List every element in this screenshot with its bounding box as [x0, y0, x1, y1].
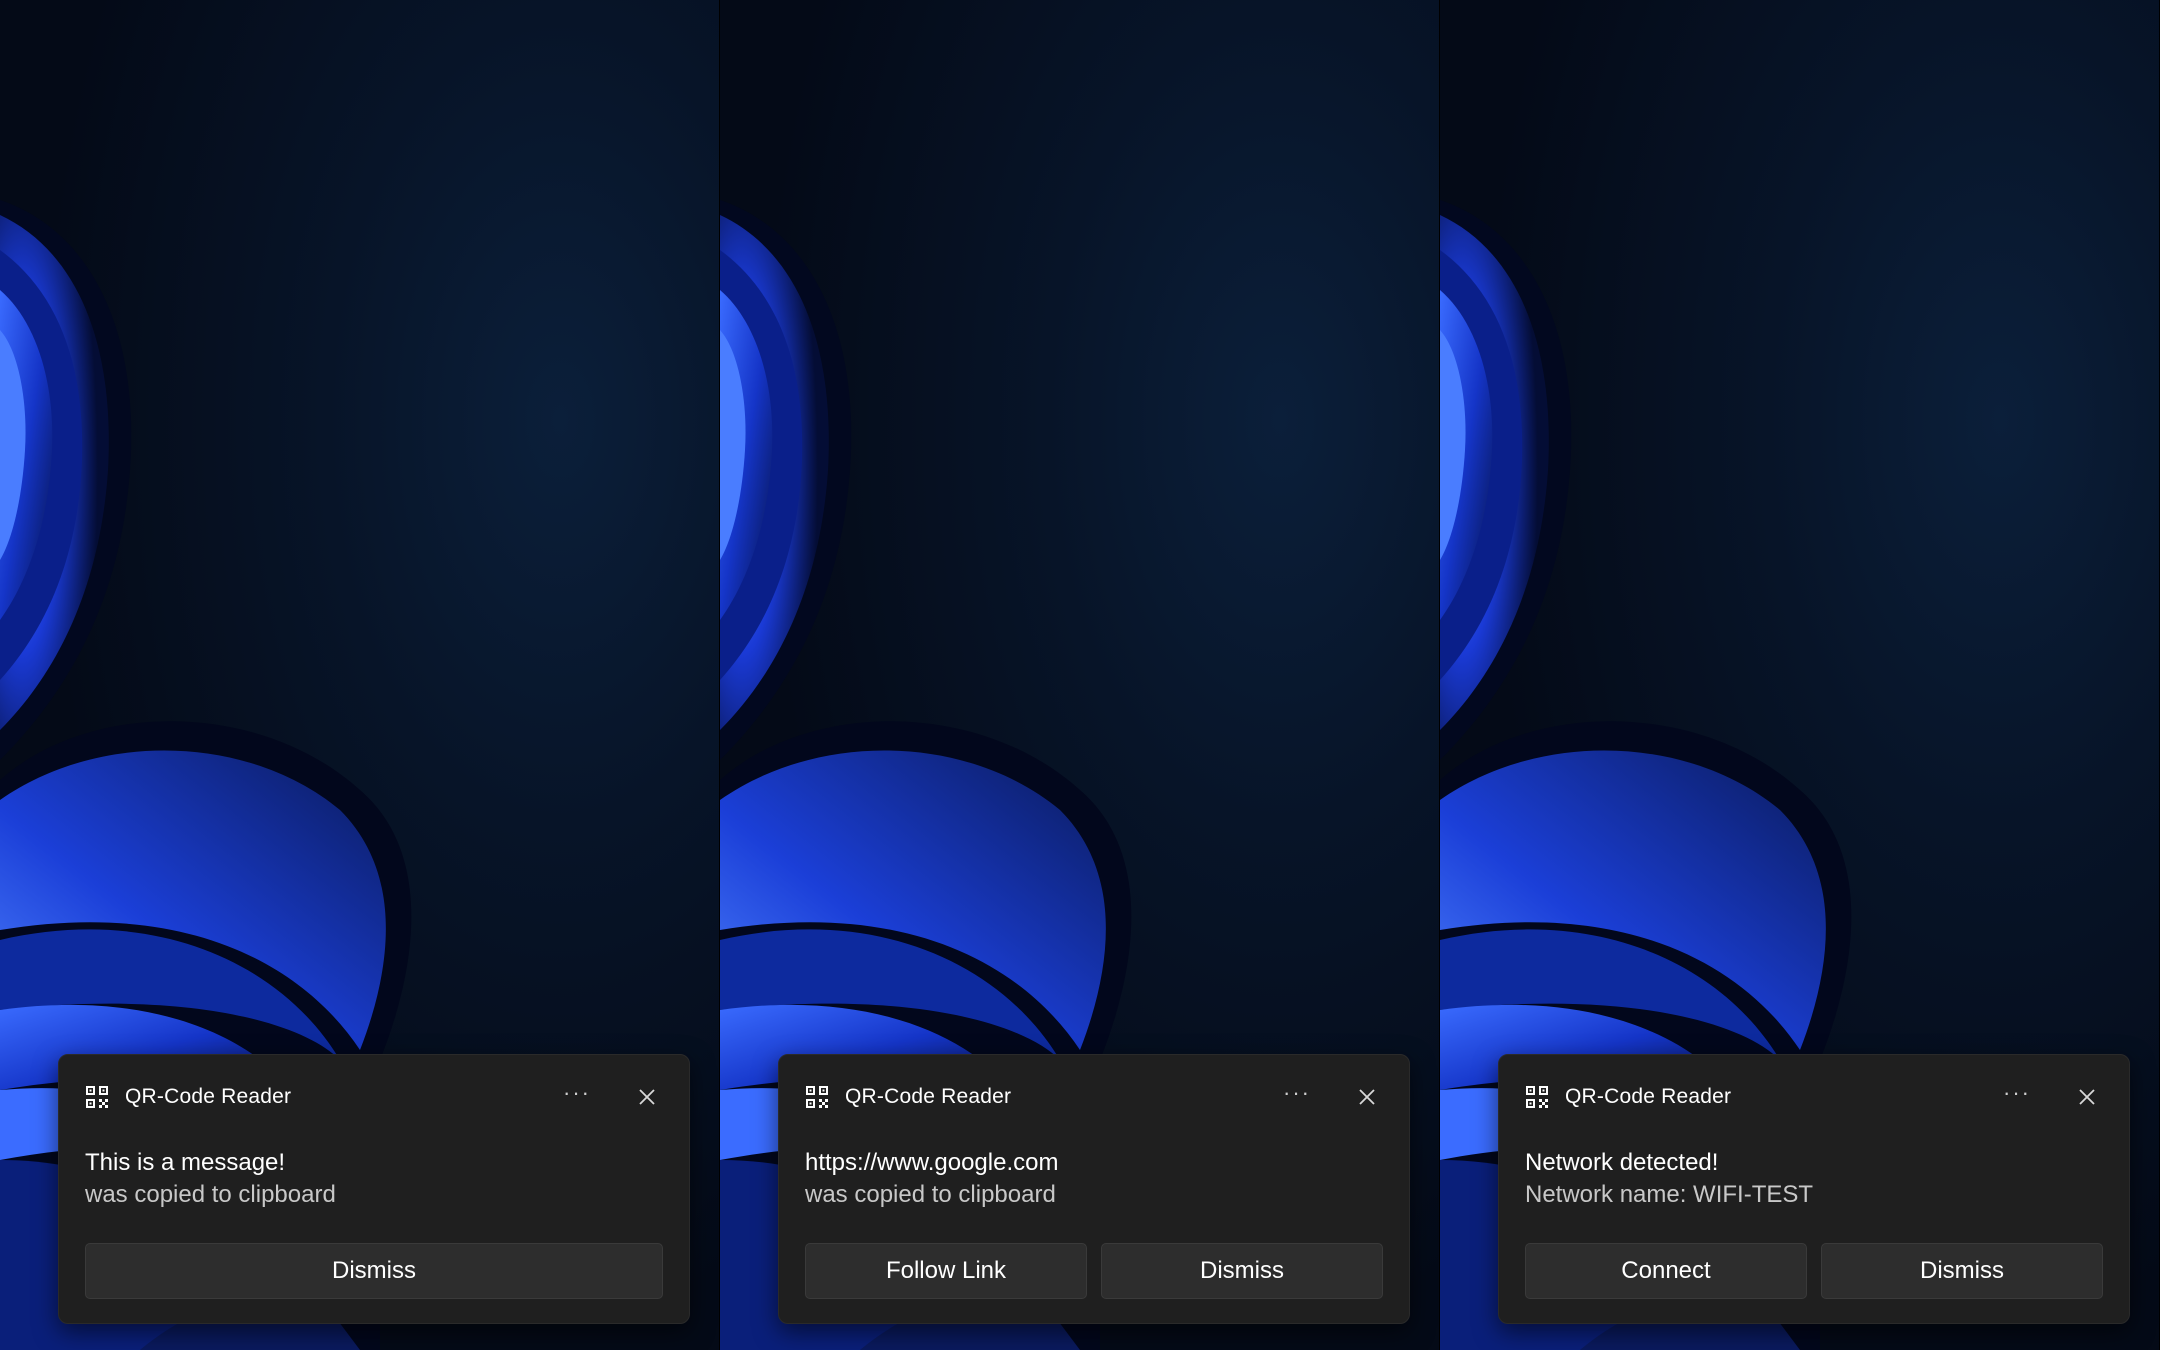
toast-message: Network detected! [1525, 1149, 1719, 1176]
dismiss-button[interactable]: Dismiss [1101, 1243, 1383, 1299]
connect-button[interactable]: Connect [1525, 1243, 1807, 1299]
more-options-icon[interactable]: ··· [555, 1079, 599, 1115]
qr-code-icon [85, 1085, 109, 1109]
toast-actions: Follow Link Dismiss [805, 1243, 1383, 1299]
app-name: QR-Code Reader [1565, 1085, 1732, 1108]
app-name: QR-Code Reader [845, 1085, 1012, 1108]
notification-showcase: QR-Code Reader ··· This is a message! wa… [0, 0, 2160, 1350]
toast-header: QR-Code Reader ··· [1525, 1079, 2109, 1115]
toast-actions: Connect Dismiss [1525, 1243, 2103, 1299]
close-icon[interactable] [1345, 1079, 1389, 1115]
toast-detail: was copied to clipboard [805, 1181, 1056, 1208]
toast-message: https://www.google.com [805, 1149, 1059, 1176]
desktop-panel-1: QR-Code Reader ··· This is a message! wa… [0, 0, 719, 1350]
toast-detail: was copied to clipboard [85, 1181, 336, 1208]
more-options-icon[interactable]: ··· [1995, 1079, 2039, 1115]
desktop-panel-2: QR-Code Reader ··· https://www.google.co… [720, 0, 1439, 1350]
follow-link-button[interactable]: Follow Link [805, 1243, 1087, 1299]
toast-notification[interactable]: QR-Code Reader ··· https://www.google.co… [778, 1054, 1410, 1324]
qr-code-icon [1525, 1085, 1549, 1109]
dismiss-button[interactable]: Dismiss [1821, 1243, 2103, 1299]
desktop-panel-3: QR-Code Reader ··· Network detected! Net… [1440, 0, 2159, 1350]
toast-detail: Network name: WIFI-TEST [1525, 1181, 1814, 1208]
toast-actions: Dismiss [85, 1243, 663, 1299]
qr-code-icon [805, 1085, 829, 1109]
more-options-icon[interactable]: ··· [1275, 1079, 1319, 1115]
toast-body: https://www.google.com was copied to cli… [805, 1147, 1383, 1211]
app-name: QR-Code Reader [125, 1085, 292, 1108]
toast-header: QR-Code Reader ··· [85, 1079, 669, 1115]
toast-notification[interactable]: QR-Code Reader ··· Network detected! Net… [1498, 1054, 2130, 1324]
toast-body: This is a message! was copied to clipboa… [85, 1147, 663, 1211]
close-icon[interactable] [2065, 1079, 2109, 1115]
toast-notification[interactable]: QR-Code Reader ··· This is a message! wa… [58, 1054, 690, 1324]
toast-message: This is a message! [85, 1149, 286, 1176]
toast-header: QR-Code Reader ··· [805, 1079, 1389, 1115]
close-icon[interactable] [625, 1079, 669, 1115]
dismiss-button[interactable]: Dismiss [85, 1243, 663, 1299]
toast-body: Network detected! Network name: WIFI-TES… [1525, 1147, 2103, 1211]
